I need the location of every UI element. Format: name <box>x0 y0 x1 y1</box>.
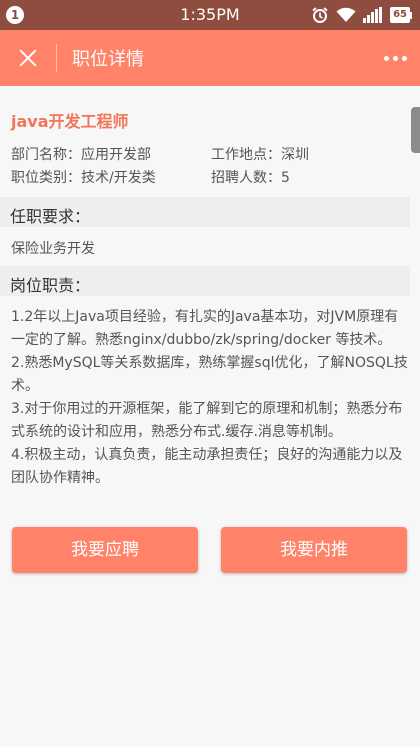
close-icon[interactable] <box>8 38 48 78</box>
category-field: 职位类别技术/开发类 <box>11 167 156 187</box>
location-value: 深圳 <box>281 147 309 163</box>
header-divider <box>56 44 57 72</box>
alarm-icon <box>311 6 329 24</box>
department-label: 部门名称 <box>11 147 81 163</box>
category-value: 技术/开发类 <box>81 170 156 186</box>
requirements-text: 保险业务开发 <box>11 241 95 257</box>
signal-icon <box>363 7 383 23</box>
duty-item: 4.积极主动，认真负责，能主动承担责任；良好的沟通能力以及团队协作精神。 <box>11 447 403 486</box>
duty-item: 2.熟悉MySQL等关系数据库，熟练掌握sql优化，了解NOSQL技术。 <box>11 355 408 394</box>
status-icons: 65 <box>311 6 412 24</box>
headcount-value: 5 <box>281 170 290 186</box>
wifi-icon <box>336 7 356 23</box>
duties-heading: 岗位职责： <box>10 276 91 295</box>
more-icon[interactable] <box>380 44 410 72</box>
requirements-heading: 任职要求： <box>10 207 91 226</box>
battery-icon: 65 <box>390 7 412 23</box>
headcount-label: 招聘人数 <box>211 170 281 186</box>
status-bar: 1 1:35PM 65 <box>0 0 420 30</box>
category-label: 职位类别 <box>11 170 81 186</box>
headcount-field: 招聘人数5 <box>211 167 290 187</box>
app-header: 职位详情 <box>0 30 420 86</box>
apply-button[interactable]: 我要应聘 <box>12 527 198 573</box>
department-field: 部门名称应用开发部 <box>11 144 151 164</box>
job-detail-content: java开发工程师 部门名称应用开发部 工作地点深圳 职位类别技术/开发类 招聘… <box>0 86 420 747</box>
job-title: java开发工程师 <box>11 112 129 131</box>
duties-list: 1.2年以上Java项目经验，有扎实的Java基本功，对JVM原理有一定的了解。… <box>11 306 409 490</box>
requirements-heading-bar: 任职要求： <box>0 197 410 227</box>
location-field: 工作地点深圳 <box>211 144 309 164</box>
department-value: 应用开发部 <box>81 147 151 163</box>
refer-button[interactable]: 我要内推 <box>221 527 407 573</box>
battery-level: 65 <box>390 7 410 23</box>
duties-heading-bar: 岗位职责： <box>0 266 410 296</box>
duty-item: 1.2年以上Java项目经验，有扎实的Java基本功，对JVM原理有一定的了解。… <box>11 309 399 348</box>
page-title: 职位详情 <box>72 49 144 70</box>
location-label: 工作地点 <box>211 147 281 163</box>
duty-item: 3.对于你用过的开源框架，能了解到它的原理和机制；熟悉分布式系统的设计和应用，熟… <box>11 401 403 440</box>
scroll-handle[interactable] <box>411 107 420 153</box>
